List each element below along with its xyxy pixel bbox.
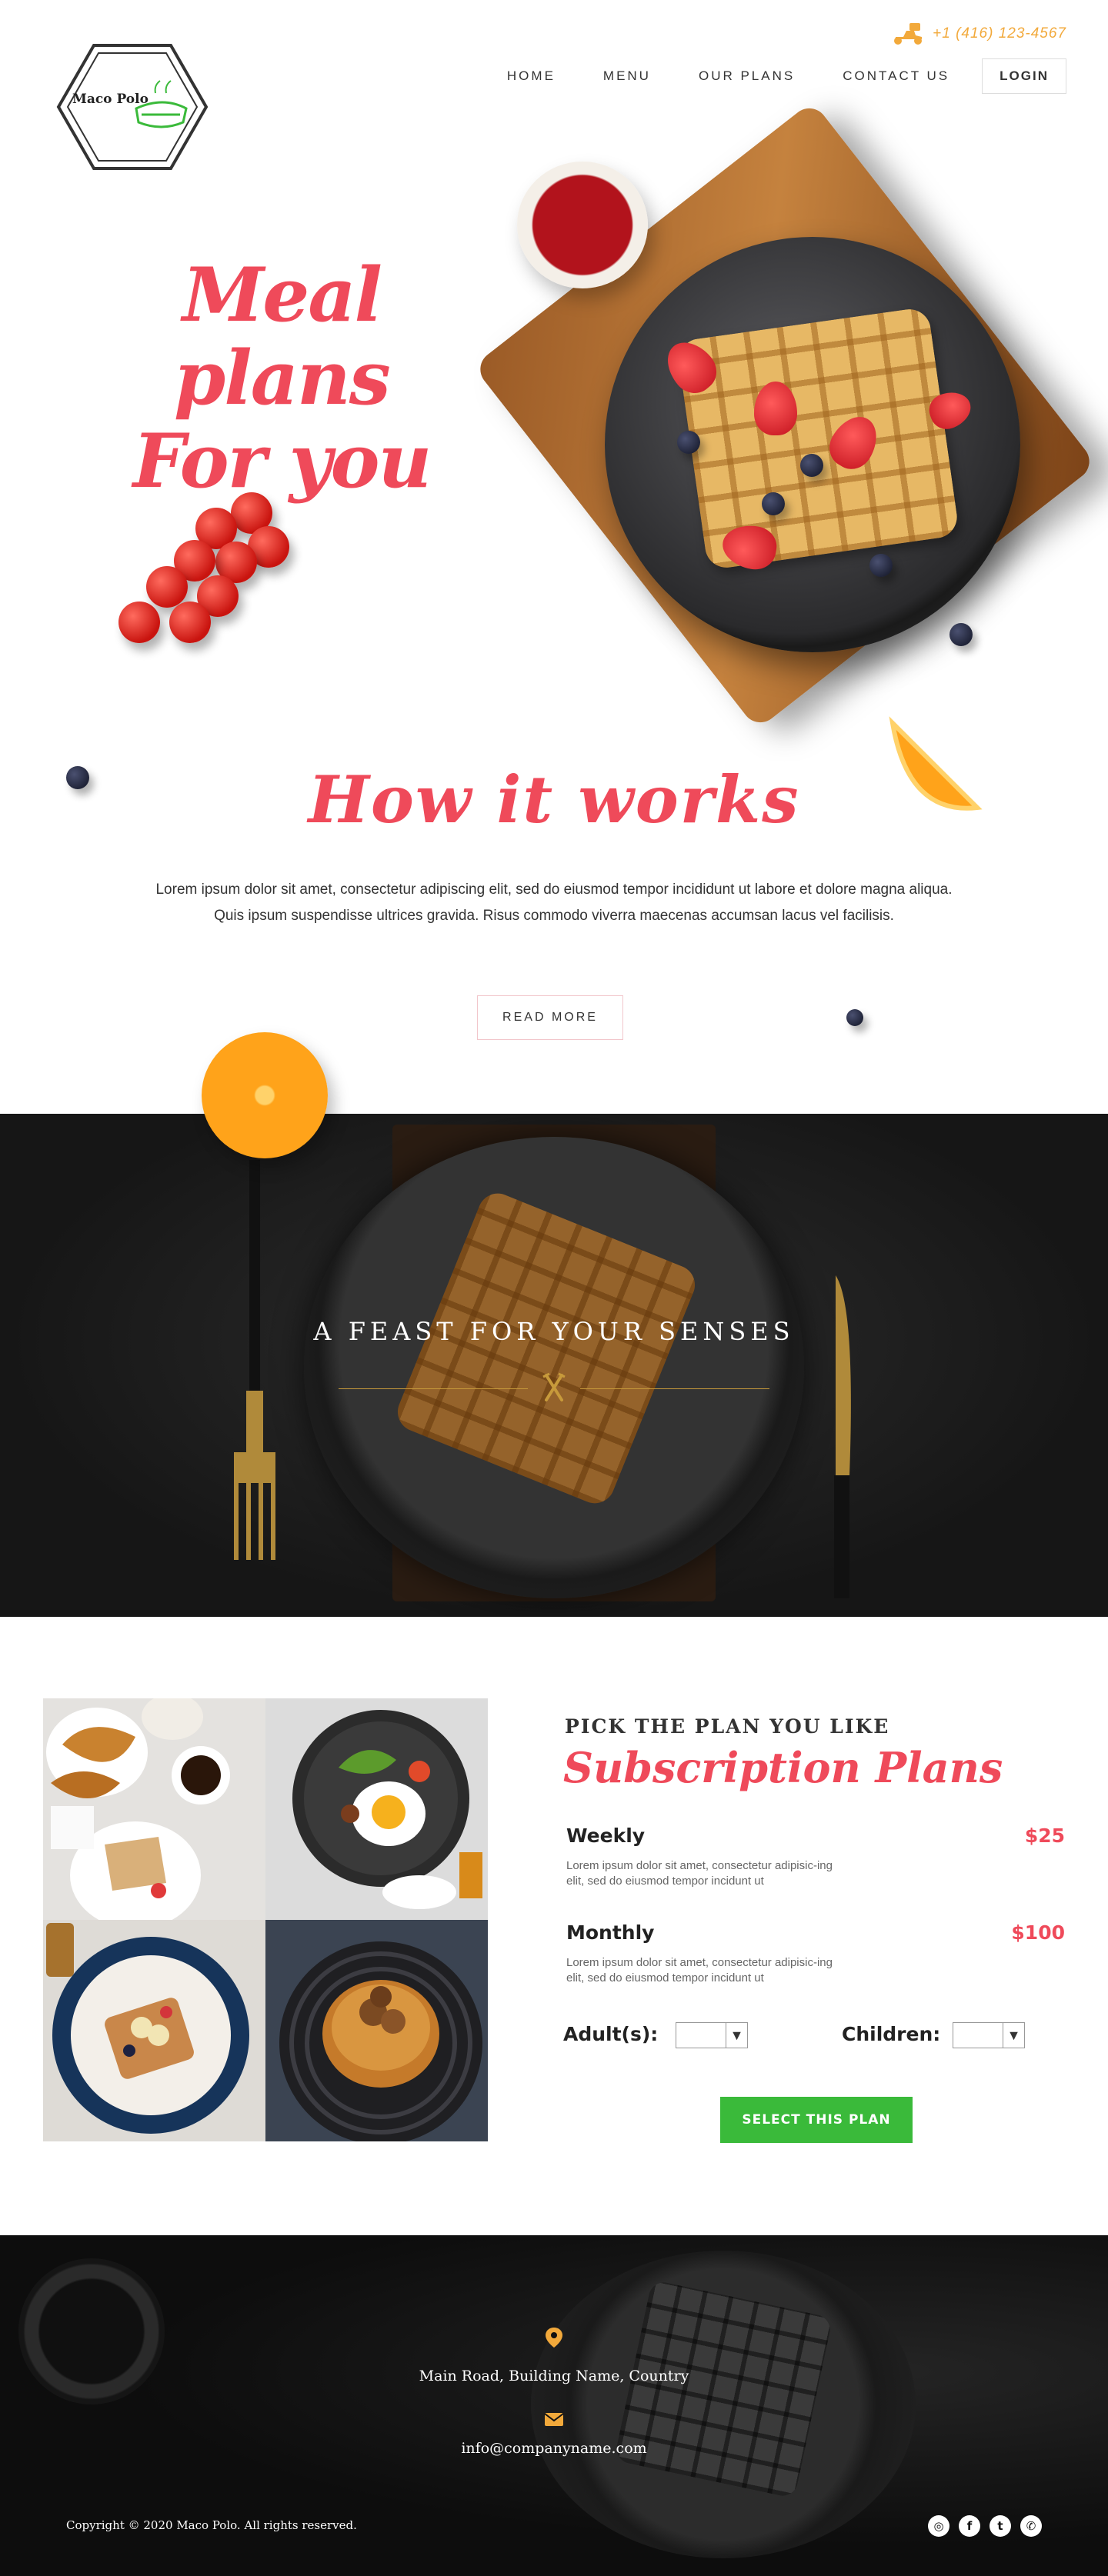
toast-plate-image <box>43 1920 265 2141</box>
blueberry-image <box>846 1009 863 1026</box>
chevron-down-icon: ▼ <box>726 2023 747 2048</box>
blueberry-image <box>762 492 785 515</box>
read-more-button[interactable]: READ MORE <box>477 995 623 1040</box>
phone-number[interactable]: +1 (416) 123-4567 <box>891 22 1066 46</box>
main-nav: HOME MENU OUR PLANS CONTACT US LOGIN <box>459 58 1066 94</box>
location-pin-icon <box>546 2328 562 2348</box>
nav-home[interactable]: HOME <box>507 68 556 84</box>
plan-monthly-desc: Lorem ipsum dolor sit amet, consectetur … <box>566 1956 833 1984</box>
chevron-down-icon: ▼ <box>1003 2023 1024 2048</box>
plan-monthly-price: $100 <box>1011 1921 1065 1944</box>
facebook-icon[interactable]: f <box>959 2515 980 2537</box>
hero-title-line1: Meal plans <box>174 252 391 422</box>
plan-weekly-price: $25 <box>1024 1825 1065 1847</box>
plan-monthly-name[interactable]: Monthly <box>566 1921 654 1944</box>
feast-title: A FEAST FOR YOUR SENSES <box>313 1317 795 1346</box>
select-plan-button[interactable]: SELECT THIS PLAN <box>720 2097 913 2143</box>
login-button[interactable]: LOGIN <box>982 58 1066 94</box>
waffle-image <box>676 306 960 571</box>
plans-title: Subscription Plans <box>563 1743 1003 1792</box>
waffle-image <box>613 2279 833 2499</box>
delivery-scooter-icon <box>894 23 923 45</box>
children-select[interactable]: ▼ <box>953 2022 1025 2048</box>
blueberry-image <box>800 454 823 477</box>
blueberry-image <box>869 554 893 577</box>
egg-salad-plate-image <box>265 1698 488 1920</box>
hero-title-line2: For you <box>132 418 432 505</box>
how-it-works-title: How it works <box>308 761 800 838</box>
children-label: Children: <box>842 2023 941 2045</box>
logo-hexagon-icon <box>56 44 209 170</box>
nav-our-plans[interactable]: OUR PLANS <box>699 68 795 84</box>
footer-email[interactable]: info@companyname.com <box>0 2440 1108 2457</box>
blueberry-image <box>949 623 973 646</box>
plan-weekly-name[interactable]: Weekly <box>566 1825 645 1847</box>
social-links: ◎ f t ✆ <box>928 2515 1042 2537</box>
envelope-icon <box>544 2413 564 2426</box>
plans-kicker: PICK THE PLAN YOU LIKE <box>565 1715 890 1738</box>
ketchup-bowl-image <box>517 162 648 288</box>
phone-text: +1 (416) 123-4567 <box>933 25 1066 42</box>
instagram-icon[interactable]: ◎ <box>928 2515 949 2537</box>
adults-select[interactable]: ▼ <box>676 2022 748 2048</box>
copyright: Copyright © 2020 Maco Polo. All rights r… <box>66 2518 357 2532</box>
twitter-icon[interactable]: t <box>990 2515 1011 2537</box>
blueberry-image <box>677 431 700 454</box>
croissant-breakfast-image <box>43 1698 265 1920</box>
plan-weekly-desc: Lorem ipsum dolor sit amet, consectetur … <box>566 1859 833 1888</box>
nav-menu[interactable]: MENU <box>603 68 651 84</box>
fork-image <box>234 1160 275 1560</box>
hero-title: Meal plans For you <box>74 254 489 503</box>
logo-text: Maco Polo <box>72 92 149 107</box>
pancake-plate-image <box>265 1920 488 2141</box>
whatsapp-icon[interactable]: ✆ <box>1020 2515 1042 2537</box>
orange-half-image <box>202 1032 328 1158</box>
divider-left <box>339 1388 528 1389</box>
adults-label: Adult(s): <box>563 2023 659 2045</box>
nav-contact-us[interactable]: CONTACT US <box>843 68 949 84</box>
footer-address: Main Road, Building Name, Country <box>419 2368 689 2384</box>
food-gallery <box>43 1698 488 2141</box>
cherry-tomatoes-image <box>115 492 292 669</box>
feast-banner <box>0 1114 1108 1617</box>
logo[interactable]: Maco Polo <box>55 42 209 172</box>
how-it-works-text: Lorem ipsum dolor sit amet, consectetur … <box>155 881 953 924</box>
fork-knife-icon <box>542 1372 566 1401</box>
divider-right <box>580 1388 769 1389</box>
